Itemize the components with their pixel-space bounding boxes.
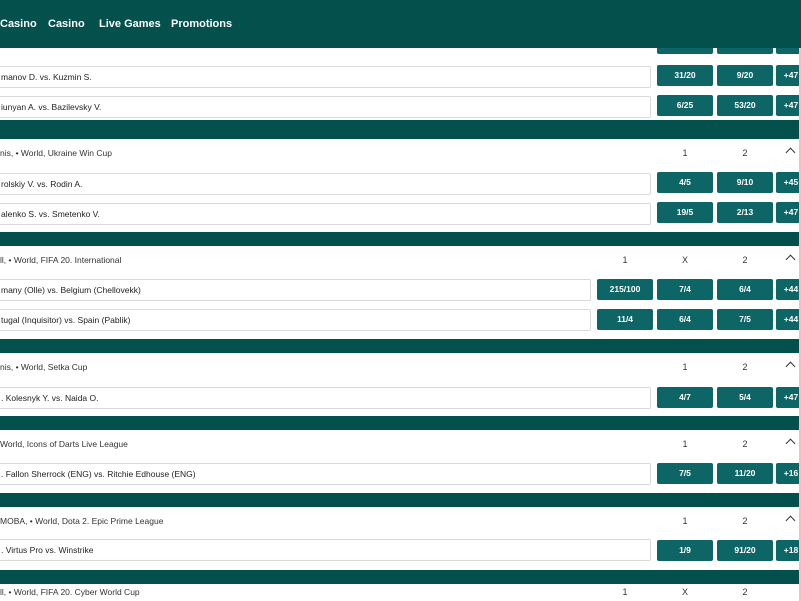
odds-button[interactable]: 31/20 [657, 65, 713, 86]
column-label: 1 [682, 516, 688, 526]
section-header[interactable]: ll, • World, FIFA 20. International 1 X … [0, 246, 801, 274]
nav-casino-2[interactable]: Casino [48, 18, 85, 30]
column-label: 2 [742, 587, 748, 597]
odds-button[interactable]: 11/20 [717, 463, 773, 484]
column-label: X [681, 587, 688, 597]
more-markets-button[interactable]: +18 [776, 540, 801, 561]
match-teams: . Kolesnyk Y. vs. Naida O. [1, 393, 99, 403]
match-teams: iunyan A. vs. Bazilevsky V. [1, 102, 102, 112]
odds-button[interactable]: 4/5 [657, 172, 713, 193]
match-teams: many (Olle) vs. Belgium (Chellovekk) [1, 285, 141, 295]
competition-title: World, Icons of Darts Live League [0, 439, 128, 449]
odds-button[interactable]: 7/5 [657, 463, 713, 484]
match-row[interactable]: . Fallon Sherrock (ENG) vs. Ritchie Edho… [0, 463, 651, 485]
odds-button[interactable]: 19/5 [657, 202, 713, 223]
match-teams: . Fallon Sherrock (ENG) vs. Ritchie Edho… [1, 469, 196, 479]
odds-button[interactable]: 6/4 [717, 279, 773, 300]
match-teams: manov D. vs. Kuzmin S. [1, 72, 92, 82]
match-row[interactable]: rolskiy V. vs. Rodin A. [0, 173, 651, 195]
match-teams: tugal (Inquisitor) vs. Spain (Pablik) [1, 315, 131, 325]
column-label: 2 [742, 439, 748, 449]
odds-button[interactable]: 4/7 [657, 387, 713, 408]
competition-title: ll, • World, FIFA 20. International [0, 255, 122, 265]
nav-live-games[interactable]: Live Games [99, 18, 161, 30]
section-header[interactable]: nis, • World, Ukraine Win Cup 1 2 [0, 139, 801, 167]
column-label: 2 [742, 255, 748, 265]
chevron-up-icon[interactable] [785, 438, 796, 449]
match-teams: alenko S. vs. Smetenko V. [1, 209, 100, 219]
match-row[interactable]: many (Olle) vs. Belgium (Chellovekk) [0, 279, 591, 301]
more-markets-button[interactable]: +44 [776, 279, 801, 300]
match-row[interactable]: . Virtus Pro vs. Winstrike [0, 539, 651, 561]
more-markets-button[interactable]: +47 [776, 387, 801, 408]
column-label: 1 [622, 255, 628, 265]
odds-button[interactable]: 2/13 [717, 202, 773, 223]
odds-button[interactable]: 7/5 [717, 309, 773, 330]
nav-casino-1[interactable]: Casino [0, 18, 37, 30]
column-label: 2 [742, 362, 748, 372]
odds-button[interactable]: 53/20 [717, 95, 773, 116]
event-section: manov D. vs. Kuzmin S. 31/20 9/20 +47 iu… [0, 38, 801, 120]
odds-button[interactable]: 6/25 [657, 95, 713, 116]
more-markets-button[interactable]: +47 [776, 202, 801, 223]
section-header[interactable]: MOBA, • World, Dota 2. Epic Prime League… [0, 507, 801, 535]
match-row[interactable]: manov D. vs. Kuzmin S. [0, 66, 651, 88]
match-row[interactable]: . Kolesnyk Y. vs. Naida O. [0, 387, 651, 409]
event-section: ll, • World, FIFA 20. International 1 X … [0, 246, 801, 339]
event-section: nis, • World, Setka Cup 1 2 . Kolesnyk Y… [0, 353, 801, 416]
event-section: World, Icons of Darts Live League 1 2 . … [0, 430, 801, 493]
match-row[interactable]: tugal (Inquisitor) vs. Spain (Pablik) [0, 309, 591, 331]
nav-promotions[interactable]: Promotions [171, 18, 232, 30]
column-label: 2 [742, 516, 748, 526]
event-section: ll, • World, FIFA 20. Cyber World Cup 1 … [0, 584, 801, 601]
more-markets-button[interactable]: +16 [776, 463, 801, 484]
column-label: 1 [682, 148, 688, 158]
more-markets-button[interactable]: +47 [776, 65, 801, 86]
section-header[interactable]: ll, • World, FIFA 20. Cyber World Cup 1 … [0, 584, 801, 601]
competition-title: ll, • World, FIFA 20. Cyber World Cup [0, 587, 140, 597]
more-markets-button[interactable]: +44 [776, 309, 801, 330]
event-section: nis, • World, Ukraine Win Cup 1 2 rolski… [0, 139, 801, 232]
section-header[interactable]: World, Icons of Darts Live League 1 2 [0, 430, 801, 458]
column-label: 1 [622, 587, 628, 597]
column-label: 1 [682, 362, 688, 372]
section-header[interactable]: nis, • World, Setka Cup 1 2 [0, 353, 801, 381]
more-markets-button[interactable]: +45 [776, 172, 801, 193]
match-row[interactable]: alenko S. vs. Smetenko V. [0, 203, 651, 225]
chevron-up-icon[interactable] [785, 254, 796, 265]
column-label: X [681, 255, 688, 265]
more-markets-button[interactable]: +47 [776, 95, 801, 116]
column-label: 2 [742, 148, 748, 158]
odds-button[interactable]: 215/100 [597, 279, 653, 300]
competition-title: nis, • World, Ukraine Win Cup [0, 148, 112, 158]
competition-title: nis, • World, Setka Cup [0, 362, 88, 372]
chevron-up-icon[interactable] [785, 361, 796, 372]
odds-button[interactable]: 1/9 [657, 540, 713, 561]
match-teams: . Virtus Pro vs. Winstrike [1, 545, 94, 555]
event-section: MOBA, • World, Dota 2. Epic Prime League… [0, 507, 801, 570]
match-row[interactable]: iunyan A. vs. Bazilevsky V. [0, 96, 651, 118]
odds-button[interactable]: 7/4 [657, 279, 713, 300]
odds-button[interactable]: 9/10 [717, 172, 773, 193]
competition-title: MOBA, • World, Dota 2. Epic Prime League [0, 516, 164, 526]
column-label: 1 [682, 439, 688, 449]
odds-button[interactable]: 5/4 [717, 387, 773, 408]
odds-button[interactable]: 91/20 [717, 540, 773, 561]
match-teams: rolskiy V. vs. Rodin A. [1, 179, 83, 189]
odds-button[interactable]: 6/4 [657, 309, 713, 330]
chevron-up-icon[interactable] [785, 147, 796, 158]
odds-button[interactable]: 9/20 [717, 65, 773, 86]
chevron-up-icon[interactable] [785, 515, 796, 526]
odds-button[interactable]: 11/4 [597, 309, 653, 330]
top-navigation: Casino Casino Live Games Promotions [0, 0, 801, 48]
